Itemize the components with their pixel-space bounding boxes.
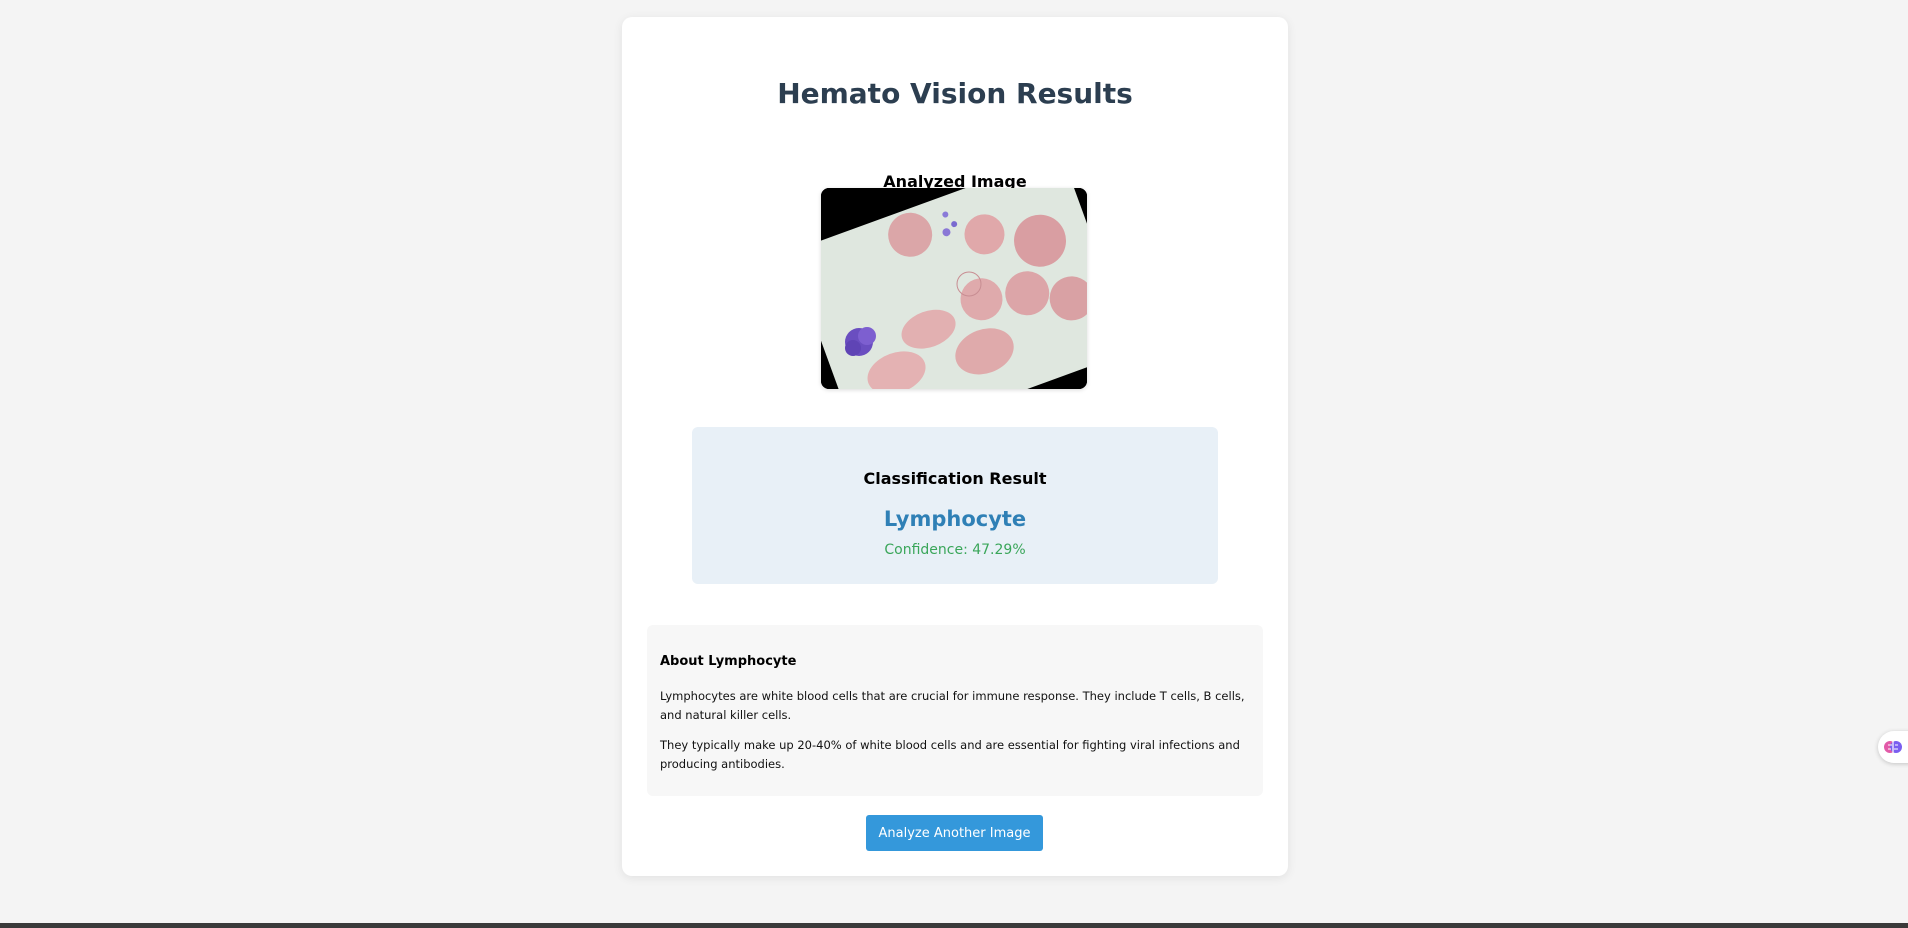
analyze-another-image-button[interactable]: Analyze Another Image bbox=[866, 815, 1043, 851]
classification-result-box: Classification Result Lymphocyte Confide… bbox=[692, 427, 1218, 584]
confidence-text: Confidence: 47.29% bbox=[884, 542, 1026, 558]
about-paragraph: They typically make up 20-40% of white b… bbox=[660, 738, 1240, 771]
page-title: Hemato Vision Results bbox=[777, 77, 1133, 110]
classification-class-name: Lymphocyte bbox=[883, 507, 1027, 531]
about-section: About Lymphocyte Lymphocytes are white b… bbox=[647, 625, 1263, 796]
extension-widget[interactable] bbox=[1878, 731, 1908, 763]
classification-result-heading: Classification Result bbox=[863, 469, 1047, 488]
about-heading: About Lymphocyte bbox=[660, 654, 797, 669]
analyzed-image bbox=[821, 188, 1087, 389]
about-paragraph: Lymphocytes are white blood cells that a… bbox=[660, 689, 1245, 722]
results-card: Hemato Vision Results Analyzed Image Cla… bbox=[622, 17, 1288, 876]
bottom-bar bbox=[0, 923, 1908, 928]
